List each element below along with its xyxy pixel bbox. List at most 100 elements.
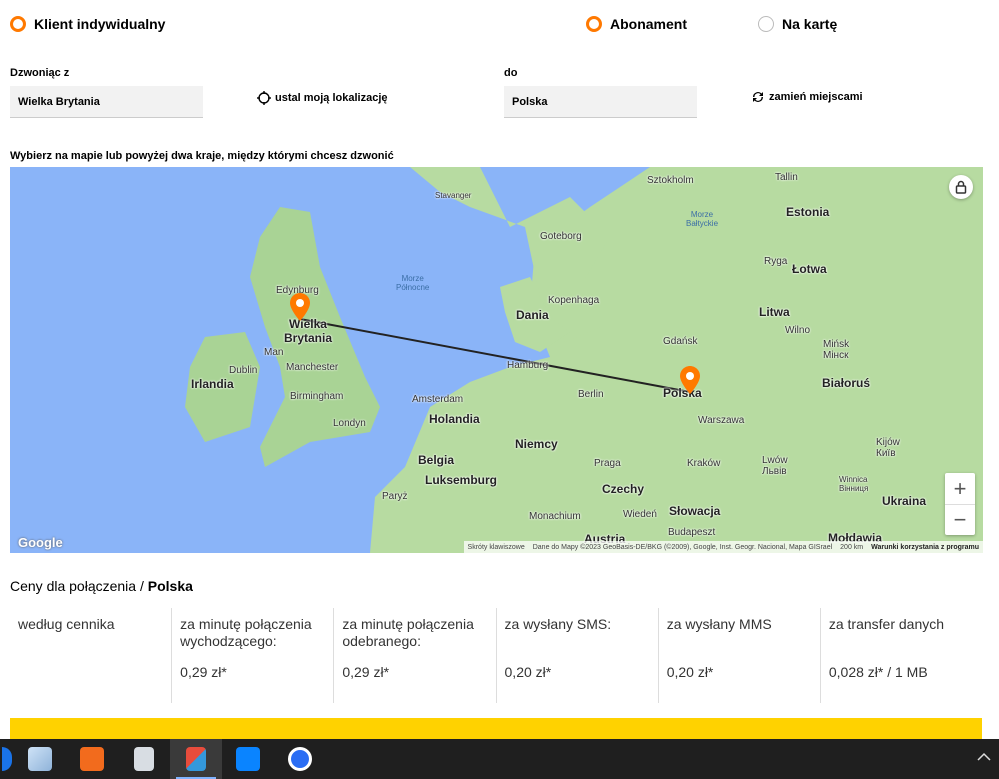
terms-link[interactable]: Warunki korzystania z programu [871, 544, 979, 551]
lock-icon [955, 180, 967, 194]
to-map-pin-icon[interactable] [680, 366, 700, 394]
map-label-luksemburg: Luksemburg [425, 473, 498, 487]
map-label-czechy: Czechy [602, 482, 645, 496]
taskbar-messenger[interactable] [274, 739, 326, 779]
yellow-banner [10, 718, 982, 740]
crosshair-icon [257, 91, 271, 105]
price-value: 0,29 zł* [342, 664, 390, 680]
map-label-berlin: Berlin [578, 389, 604, 400]
price-column: za minutę połączenia odebranego: 0,29 zł… [333, 608, 495, 703]
keyboard-shortcuts-link[interactable]: Skróty klawiszowe [468, 544, 525, 551]
radio-abonament[interactable]: Abonament [586, 16, 687, 32]
taskbar-photos[interactable] [14, 739, 66, 779]
price-column: według cennika [10, 608, 171, 703]
map-label-lotwa: Łotwa [792, 262, 827, 276]
map-label-minsk: Mińsk Мінск [823, 339, 850, 361]
to-label: do [504, 67, 518, 79]
map-label-ukraina: Ukraina [882, 494, 927, 508]
taskbar [0, 739, 999, 779]
locate-me-link[interactable]: ustal moją lokalizację [257, 91, 388, 105]
map-label-man: Man [264, 347, 284, 358]
map-label-sztokholm: Sztokholm [647, 175, 694, 186]
taskbar-rocket-app[interactable] [66, 739, 118, 779]
messenger-icon [288, 747, 312, 771]
map-label-budapeszt: Budapeszt [668, 527, 716, 538]
photos-icon [28, 747, 52, 771]
from-country-field[interactable]: Wielka Brytania [10, 86, 203, 118]
zoom-in-button[interactable]: + [945, 473, 975, 504]
google-logo: Google [18, 535, 63, 550]
map-label-manchester: Manchester [286, 362, 339, 373]
radio-individual-client[interactable]: Klient indywidualny [10, 16, 165, 32]
map-label-bialorus: Białoruś [822, 376, 871, 390]
map-attribution: Skróty klawiszowe Dane do Mapy ©2023 Geo… [463, 541, 983, 553]
radio-selected-icon [10, 16, 26, 32]
calculator-icon [134, 747, 154, 771]
map-label-wielka-brytania: Wielka Brytania [284, 317, 333, 345]
map-label-morze-polnocne: Morze Północne [396, 274, 430, 292]
prices-title: Ceny dla połączenia / Polska [10, 578, 193, 594]
prices-title-country: Polska [147, 578, 193, 594]
rocket-app-icon [80, 747, 104, 771]
map-label-krakow: Kraków [687, 458, 721, 469]
map-label-ryga: Ryga [764, 256, 788, 267]
map-label-paryz: Paryż [382, 491, 408, 502]
map-label-kopenhaga: Kopenhaga [548, 295, 600, 306]
store-icon [236, 747, 260, 771]
swap-link[interactable]: zamień miejscami [751, 90, 863, 104]
map-label-monachium: Monachium [529, 511, 581, 522]
price-header: za minutę połączenia odebranego: [342, 616, 474, 649]
taskbar-store[interactable] [222, 739, 274, 779]
prices-title-prefix: Ceny dla połączenia / [10, 578, 148, 594]
taskbar-browser[interactable] [0, 739, 14, 779]
taskbar-calculator[interactable] [118, 739, 170, 779]
map-label-dublin: Dublin [229, 365, 258, 376]
map-lock-button[interactable] [949, 175, 973, 199]
map-data-credit: Dane do Mapy ©2023 GeoBasis-DE/BKG (©200… [532, 543, 833, 551]
map-label-gdansk: Gdańsk [663, 336, 698, 347]
locate-me-label: ustal moją lokalizację [275, 92, 388, 104]
price-value: 0,20 zł* [504, 664, 552, 680]
radio-na-karte[interactable]: Na kartę [758, 16, 837, 32]
map-label-stavanger: Stavanger [435, 191, 472, 200]
price-header: za transfer danych [828, 616, 945, 632]
price-value: 0,028 zł* / 1 MB [828, 664, 928, 680]
show-hidden-icons-chevron-icon[interactable] [977, 752, 991, 762]
map-scale[interactable]: 200 km [840, 544, 863, 551]
map-label-niemcy: Niemcy [515, 437, 558, 451]
price-header: za wysłany MMS [666, 616, 772, 632]
to-country-field[interactable]: Polska [504, 86, 697, 118]
price-column: za transfer danych 0,028 zł* / 1 MB [819, 608, 982, 703]
price-header: za wysłany SMS: [504, 616, 612, 632]
price-value: 0,20 zł* [666, 664, 714, 680]
map-label-wieden: Wiedeń [623, 509, 657, 520]
customer-type-row: Klient indywidualny Abonament Na kartę [10, 16, 990, 38]
map-label-praga: Praga [594, 458, 621, 469]
map-label-lwow: Lwów Львів [762, 455, 788, 477]
map-label-kijow: Kijów Київ [876, 437, 900, 459]
radio-na-karte-label: Na kartę [782, 16, 838, 32]
map-label-warszawa: Warszawa [698, 415, 745, 426]
from-map-pin-icon[interactable] [290, 293, 310, 321]
map-label-morze-baltyckie: Morze Bałtyckie [686, 210, 719, 228]
map-label-litwa: Litwa [759, 305, 790, 319]
map-label-tallin: Tallin [775, 172, 798, 183]
price-value: 0,29 zł* [180, 664, 227, 680]
map-zoom-controls: + − [945, 473, 975, 535]
map-label-wilno: Wilno [785, 325, 811, 336]
map-label-irlandia: Irlandia [191, 377, 234, 391]
browser-icon [2, 747, 12, 771]
zoom-out-button[interactable]: − [945, 504, 975, 535]
taskbar-snipping-tool[interactable] [170, 739, 222, 779]
swap-arrows-icon [753, 92, 763, 102]
map-label-estonia: Estonia [786, 205, 830, 219]
map-label-belgia: Belgia [418, 453, 455, 467]
map-label-goteborg: Goteborg [540, 231, 582, 242]
prices-table: według cennika za minutę połączenia wych… [10, 608, 982, 703]
price-column: za wysłany SMS: 0,20 zł* [495, 608, 658, 703]
map-label-holandia: Holandia [429, 412, 480, 426]
price-column: za minutę połączenia wychodzącego: 0,29 … [171, 608, 333, 703]
map-label-hamburg: Hamburg [507, 360, 549, 371]
country-map[interactable]: Sztokholm Tallin Stavanger Estonia Morze… [10, 167, 983, 553]
map-label-amsterdam: Amsterdam [412, 394, 464, 405]
